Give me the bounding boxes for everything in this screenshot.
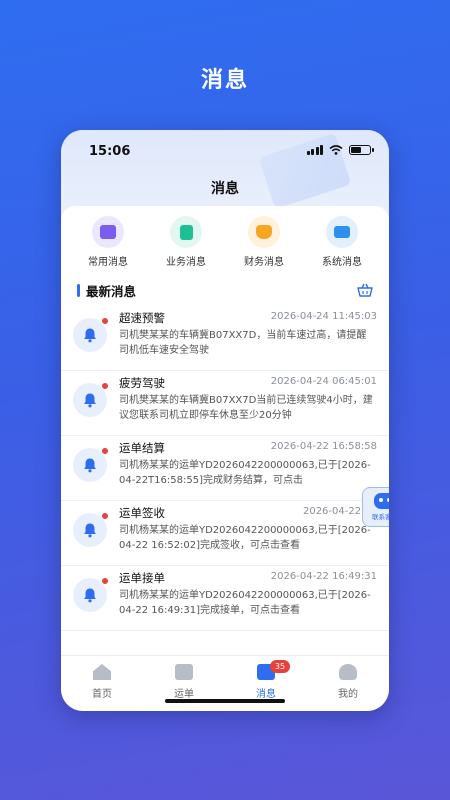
message-body: 司机樊某某的车辆冀B07XX7D，当前车速过高，请提醒司机低车速安全驾驶 — [119, 330, 367, 356]
message-title: 运单结算 — [119, 441, 165, 455]
battery-icon — [349, 145, 374, 155]
bell-icon — [73, 382, 109, 417]
tab-mine[interactable]: 我的 — [318, 664, 378, 711]
basket-icon[interactable] — [357, 283, 373, 297]
category-row: 常用消息 业务消息 财务消息 系统消息 — [61, 216, 389, 268]
message-time: 2026-04-22 16:58:58 — [270, 441, 377, 452]
tab-home[interactable]: 首页 — [72, 664, 132, 711]
unread-dot — [101, 577, 109, 585]
page-title: 消息 — [200, 68, 249, 93]
bell-icon — [73, 317, 109, 352]
category-business[interactable]: 业务消息 — [151, 216, 221, 268]
message-time: 2026-04-24 11:45:03 — [270, 311, 377, 322]
message-body: 司机杨某某的运单YD2026042200000063,已于[2026-04-22… — [119, 460, 371, 486]
message-time: 2026-04-22 16:49:31 — [270, 571, 377, 582]
category-label: 常用消息 — [88, 257, 128, 268]
unread-count-badge: 35 — [270, 660, 290, 673]
tab-messages[interactable]: 35 消息 — [236, 660, 296, 711]
section-title: 最新消息 — [86, 283, 137, 299]
status-icons — [306, 145, 374, 155]
message-body: 司机杨某某的运单YD2026042200000063,已于[2026-04-22… — [119, 590, 371, 616]
home-indicator — [165, 699, 285, 703]
category-label: 财务消息 — [244, 257, 284, 268]
category-common[interactable]: 常用消息 — [73, 216, 143, 268]
customer-service-button[interactable]: 联系客服 — [362, 487, 389, 527]
section-marker — [77, 283, 80, 297]
user-icon — [339, 664, 357, 680]
list-item[interactable]: 超速预警 2026-04-24 11:45:03 司机樊某某的车辆冀B07XX7… — [61, 306, 389, 371]
phone-frame: 15:06 消息 常用消息 业务消息 财务消息 系统消息 最新消息 超速预警 2… — [61, 130, 389, 711]
money-icon — [248, 216, 280, 248]
message-title: 超速预警 — [119, 311, 165, 325]
unread-dot — [101, 512, 109, 520]
waybill-icon — [175, 664, 193, 680]
list-item[interactable]: 疲劳驾驶 2026-04-24 06:45:01 司机樊某某的车辆冀B07XX7… — [61, 371, 389, 436]
latest-section-header: 最新消息 — [77, 282, 373, 299]
bell-icon — [73, 577, 109, 612]
signal-icon — [306, 145, 323, 155]
message-body: 司机樊某某的车辆冀B07XX7D当前已连续驾驶4小时，建议您联系司机立即停车休息… — [119, 395, 373, 421]
unread-dot — [101, 317, 109, 325]
message-time: 2026-04-24 06:45:01 — [270, 376, 377, 387]
tab-label: 我的 — [338, 689, 358, 700]
header-title: 消息 — [211, 181, 239, 197]
category-system[interactable]: 系统消息 — [307, 216, 377, 268]
message-body: 司机杨某某的运单YD2026042200000063,已于[2026-04-22… — [119, 525, 371, 551]
monitor-icon — [326, 216, 358, 248]
list-item[interactable]: 运单签收 2026-04-22 16 司机杨某某的运单YD20260422000… — [61, 501, 389, 566]
message-title: 运单接单 — [119, 571, 165, 585]
robot-icon — [374, 493, 389, 509]
tab-label: 消息 — [256, 689, 276, 700]
category-label: 系统消息 — [322, 257, 362, 268]
list-item[interactable]: 运单结算 2026-04-22 16:58:58 司机杨某某的运单YD20260… — [61, 436, 389, 501]
category-label: 业务消息 — [166, 257, 206, 268]
list-item[interactable]: 运单接单 2026-04-22 16:49:31 司机杨某某的运单YD20260… — [61, 566, 389, 631]
bell-icon — [73, 512, 109, 547]
category-finance[interactable]: 财务消息 — [229, 216, 299, 268]
document-icon — [170, 216, 202, 248]
unread-dot — [101, 382, 109, 390]
status-time: 15:06 — [89, 144, 131, 159]
home-icon — [93, 664, 111, 680]
unread-dot — [101, 447, 109, 455]
tab-waybill[interactable]: 运单 — [154, 664, 214, 711]
bell-icon — [73, 447, 109, 482]
tab-label: 首页 — [92, 689, 112, 700]
message-title: 疲劳驾驶 — [119, 376, 165, 390]
wifi-icon — [329, 145, 343, 155]
customer-service-label: 联系客服 — [372, 513, 389, 521]
message-title: 运单签收 — [119, 506, 165, 520]
tab-label: 运单 — [174, 689, 194, 700]
message-list: 超速预警 2026-04-24 11:45:03 司机樊某某的车辆冀B07XX7… — [61, 306, 389, 631]
message-content: 常用消息 业务消息 财务消息 系统消息 最新消息 超速预警 2026-04-24… — [61, 206, 389, 656]
inbox-icon — [92, 216, 124, 248]
